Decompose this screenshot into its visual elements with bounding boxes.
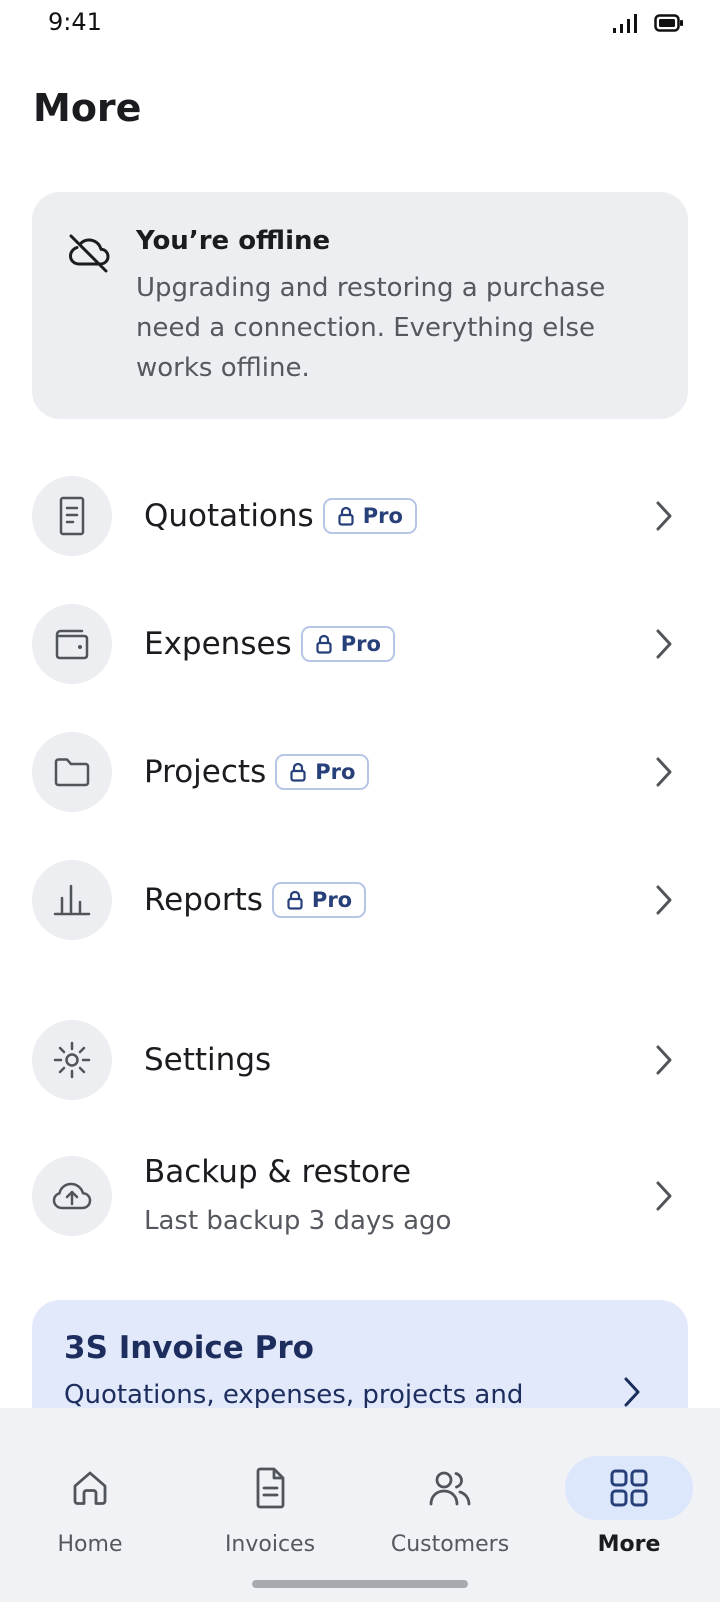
menu-icon-circle — [32, 1156, 112, 1236]
invoice-icon — [256, 1467, 285, 1509]
nav-label: More — [597, 1532, 661, 1557]
gear-icon — [53, 1041, 91, 1079]
menu-icon-circle — [32, 476, 112, 556]
wallet-icon — [55, 629, 89, 660]
pro-badge: Pro — [300, 626, 395, 662]
home-icon — [73, 1471, 107, 1505]
menu-item-reports[interactable]: Reports Pro — [32, 860, 688, 940]
chevron-right-icon — [656, 757, 672, 787]
nav-pill — [26, 1456, 154, 1520]
menu-label: Reports — [144, 882, 263, 918]
nav-item-invoices[interactable]: Invoices — [195, 1432, 345, 1557]
status-bar: 9:41 — [0, 0, 720, 50]
pro-badge-label: Pro — [315, 760, 356, 784]
chevron-right-icon — [656, 629, 672, 659]
menu-item-projects[interactable]: Projects Pro — [32, 732, 688, 812]
home-indicator — [252, 1580, 468, 1588]
bottom-nav: Home Invoices Customers More — [0, 1408, 720, 1602]
offline-message: Upgrading and restoring a purchase need … — [136, 273, 606, 383]
document-icon — [59, 496, 85, 536]
chevron-right-icon — [656, 1181, 672, 1211]
menu-icon-circle — [32, 1020, 112, 1100]
menu-icon-circle — [32, 860, 112, 940]
pro-badge-label: Pro — [340, 632, 381, 656]
menu-item-settings[interactable]: Settings — [32, 1020, 688, 1100]
last-backup-text: Last backup 3 days ago — [144, 1206, 452, 1236]
grid-icon — [610, 1469, 648, 1507]
menu-label: Backup & restore — [144, 1154, 412, 1190]
menu-icon-circle — [32, 732, 112, 812]
nav-item-more[interactable]: More — [554, 1432, 704, 1557]
nav-label: Home — [57, 1532, 123, 1557]
bar-chart-icon — [53, 884, 91, 916]
menu-item-backup-restore[interactable]: Backup & restore Last backup 3 days ago — [32, 1154, 688, 1236]
lock-icon — [338, 506, 354, 526]
menu-label: Projects — [144, 754, 267, 790]
signal-icon — [613, 14, 637, 33]
offline-banner: You’re offline Upgrading and restoring a… — [32, 192, 688, 419]
pro-badge-label: Pro — [362, 504, 403, 528]
chevron-right-icon — [656, 885, 672, 915]
folder-icon — [54, 758, 90, 787]
pro-badge: Pro — [271, 882, 367, 918]
menu-item-expenses[interactable]: Expenses Pro — [32, 604, 688, 684]
nav-item-home[interactable]: Home — [15, 1432, 165, 1557]
chevron-right-icon — [656, 501, 672, 531]
menu-item-quotations[interactable]: Quotations Pro — [32, 476, 688, 556]
nav-label: Invoices — [224, 1532, 316, 1557]
lock-icon — [290, 762, 306, 782]
menu-label: Settings — [144, 1042, 272, 1078]
menu-label: Quotations — [144, 498, 314, 534]
chevron-right-icon — [624, 1377, 640, 1407]
chevron-right-icon — [656, 1045, 672, 1075]
cloud-off-icon — [69, 234, 110, 273]
pro-badge: Pro — [275, 754, 370, 790]
nav-pill-active — [565, 1456, 693, 1520]
pro-badge: Pro — [322, 498, 417, 534]
pro-card-title: 3S Invoice Pro — [64, 1330, 314, 1366]
menu-label: Expenses — [144, 626, 292, 662]
lock-icon — [316, 634, 332, 654]
cloud-upload-icon — [52, 1182, 92, 1210]
nav-label: Customers — [390, 1532, 510, 1557]
status-icons — [612, 12, 684, 34]
nav-pill — [206, 1456, 334, 1520]
pro-badge-label: Pro — [311, 888, 353, 912]
customers-icon — [429, 1471, 471, 1506]
lock-icon — [287, 890, 303, 910]
page-title: More — [33, 86, 142, 130]
nav-pill — [386, 1456, 514, 1520]
nav-item-customers[interactable]: Customers — [375, 1432, 525, 1557]
pro-card-subtitle: Quotations, expenses, projects and — [64, 1380, 524, 1410]
status-time: 9:41 — [48, 8, 102, 36]
menu-icon-circle — [32, 604, 112, 684]
battery-icon — [654, 14, 683, 32]
offline-title: You’re offline — [136, 226, 331, 256]
